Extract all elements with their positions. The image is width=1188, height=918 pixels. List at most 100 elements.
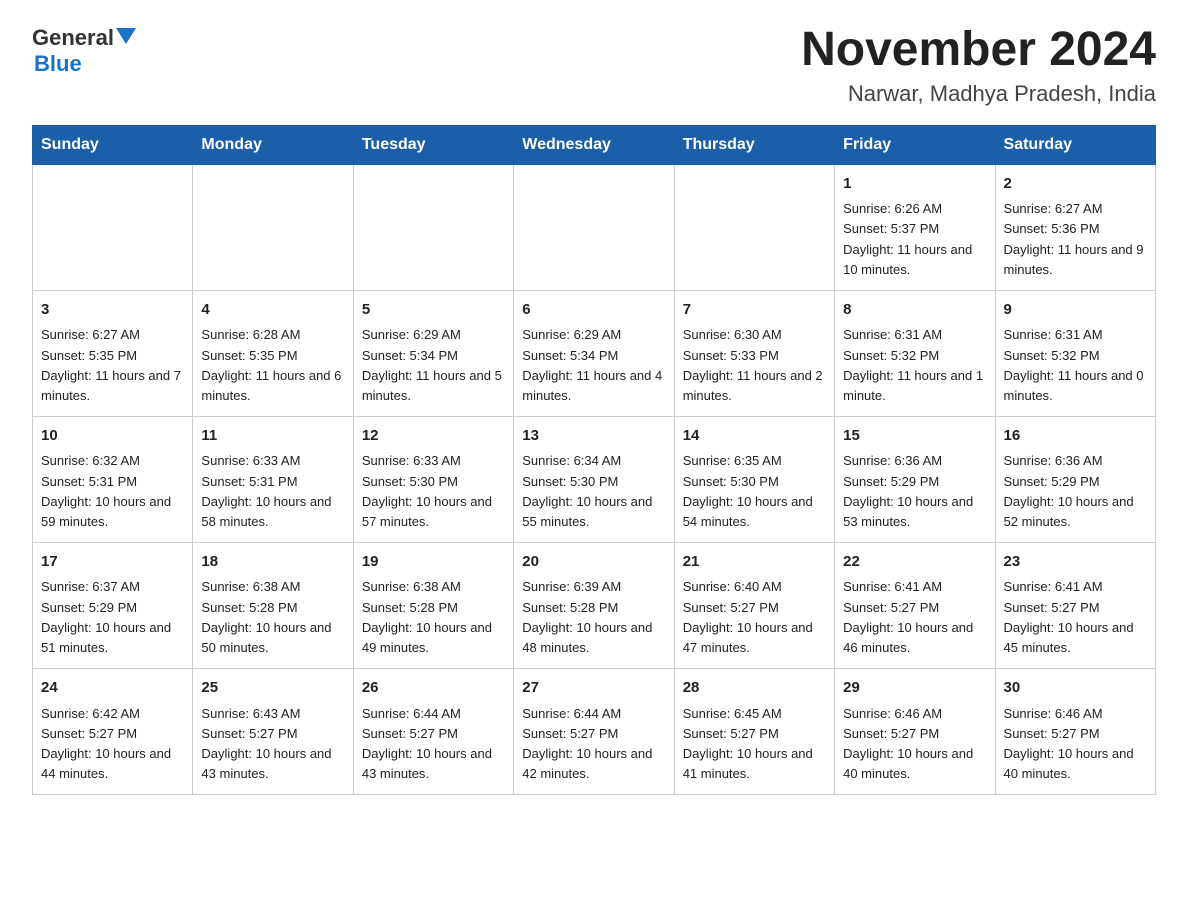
day-number: 19 bbox=[362, 551, 505, 574]
day-info: Sunrise: 6:32 AMSunset: 5:31 PMDaylight:… bbox=[41, 451, 184, 532]
col-saturday: Saturday bbox=[995, 125, 1155, 164]
day-number: 29 bbox=[843, 677, 986, 700]
table-row: 28 Sunrise: 6:45 AMSunset: 5:27 PMDayligh… bbox=[674, 669, 834, 795]
day-info: Sunrise: 6:46 AMSunset: 5:27 PMDaylight:… bbox=[1004, 704, 1147, 785]
day-info: Sunrise: 6:41 AMSunset: 5:27 PMDaylight:… bbox=[843, 577, 986, 658]
table-row: 15 Sunrise: 6:36 AMSunset: 5:29 PMDayligh… bbox=[835, 416, 995, 542]
col-wednesday: Wednesday bbox=[514, 125, 674, 164]
day-info: Sunrise: 6:28 AMSunset: 5:35 PMDaylight:… bbox=[201, 325, 344, 406]
day-number: 9 bbox=[1004, 299, 1147, 322]
calendar-week-row: 3 Sunrise: 6:27 AMSunset: 5:35 PMDaylight… bbox=[33, 290, 1156, 416]
day-number: 23 bbox=[1004, 551, 1147, 574]
col-tuesday: Tuesday bbox=[353, 125, 513, 164]
day-info: Sunrise: 6:30 AMSunset: 5:33 PMDaylight:… bbox=[683, 325, 826, 406]
table-row: 13 Sunrise: 6:34 AMSunset: 5:30 PMDayligh… bbox=[514, 416, 674, 542]
table-row: 26Sunrise: 6:44 AMSunset: 5:27 PMDayligh… bbox=[353, 669, 513, 795]
day-number: 10 bbox=[41, 425, 184, 448]
table-row: 21 Sunrise: 6:40 AMSunset: 5:27 PMDayligh… bbox=[674, 542, 834, 668]
table-row bbox=[353, 164, 513, 290]
table-row: 30Sunrise: 6:46 AMSunset: 5:27 PMDayligh… bbox=[995, 669, 1155, 795]
day-info: Sunrise: 6:40 AMSunset: 5:27 PMDaylight:… bbox=[683, 577, 826, 658]
day-number: 24 bbox=[41, 677, 184, 700]
logo-blue-text: Blue bbox=[34, 51, 136, 77]
day-number: 18 bbox=[201, 551, 344, 574]
day-info: Sunrise: 6:31 AMSunset: 5:32 PMDaylight:… bbox=[843, 325, 986, 406]
table-row: 19 Sunrise: 6:38 AMSunset: 5:28 PMDayligh… bbox=[353, 542, 513, 668]
logo-general-text: General bbox=[32, 25, 114, 51]
day-info: Sunrise: 6:31 AMSunset: 5:32 PMDaylight:… bbox=[1004, 325, 1147, 406]
table-row: 16Sunrise: 6:36 AMSunset: 5:29 PMDayligh… bbox=[995, 416, 1155, 542]
table-row: 11 Sunrise: 6:33 AMSunset: 5:31 PMDayligh… bbox=[193, 416, 353, 542]
day-info: Sunrise: 6:45 AMSunset: 5:27 PMDaylight:… bbox=[683, 704, 826, 785]
day-number: 22 bbox=[843, 551, 986, 574]
table-row: 6Sunrise: 6:29 AMSunset: 5:34 PMDaylight… bbox=[514, 290, 674, 416]
day-number: 12 bbox=[362, 425, 505, 448]
calendar-week-row: 24Sunrise: 6:42 AMSunset: 5:27 PMDayligh… bbox=[33, 669, 1156, 795]
table-row bbox=[514, 164, 674, 290]
calendar-title: November 2024 bbox=[801, 24, 1156, 77]
day-number: 14 bbox=[683, 425, 826, 448]
table-row: 25Sunrise: 6:43 AMSunset: 5:27 PMDayligh… bbox=[193, 669, 353, 795]
table-row: 29Sunrise: 6:46 AMSunset: 5:27 PMDayligh… bbox=[835, 669, 995, 795]
calendar-subtitle: Narwar, Madhya Pradesh, India bbox=[801, 81, 1156, 107]
table-row: 1 Sunrise: 6:26 AMSunset: 5:37 PMDaylight… bbox=[835, 164, 995, 290]
table-row: 9 Sunrise: 6:31 AMSunset: 5:32 PMDaylight… bbox=[995, 290, 1155, 416]
day-number: 13 bbox=[522, 425, 665, 448]
table-row: 24Sunrise: 6:42 AMSunset: 5:27 PMDayligh… bbox=[33, 669, 193, 795]
day-info: Sunrise: 6:26 AMSunset: 5:37 PMDaylight:… bbox=[843, 199, 986, 280]
table-row: 20Sunrise: 6:39 AMSunset: 5:28 PMDayligh… bbox=[514, 542, 674, 668]
page-header: General Blue November 2024 Narwar, Madhy… bbox=[32, 24, 1156, 107]
table-row: 5 Sunrise: 6:29 AMSunset: 5:34 PMDaylight… bbox=[353, 290, 513, 416]
table-row: 12 Sunrise: 6:33 AMSunset: 5:30 PMDayligh… bbox=[353, 416, 513, 542]
table-row: 2 Sunrise: 6:27 AMSunset: 5:36 PMDaylight… bbox=[995, 164, 1155, 290]
day-number: 5 bbox=[362, 299, 505, 322]
day-number: 2 bbox=[1004, 173, 1147, 196]
logo: General Blue bbox=[32, 24, 136, 77]
table-row: 14Sunrise: 6:35 AMSunset: 5:30 PMDayligh… bbox=[674, 416, 834, 542]
day-number: 21 bbox=[683, 551, 826, 574]
day-number: 15 bbox=[843, 425, 986, 448]
day-number: 27 bbox=[522, 677, 665, 700]
day-info: Sunrise: 6:33 AMSunset: 5:31 PMDaylight:… bbox=[201, 451, 344, 532]
calendar-week-row: 10 Sunrise: 6:32 AMSunset: 5:31 PMDayligh… bbox=[33, 416, 1156, 542]
day-info: Sunrise: 6:41 AMSunset: 5:27 PMDaylight:… bbox=[1004, 577, 1147, 658]
day-number: 3 bbox=[41, 299, 184, 322]
day-info: Sunrise: 6:29 AMSunset: 5:34 PMDaylight:… bbox=[362, 325, 505, 406]
calendar-week-row: 17 Sunrise: 6:37 AMSunset: 5:29 PMDayligh… bbox=[33, 542, 1156, 668]
day-number: 8 bbox=[843, 299, 986, 322]
logo-triangle-icon bbox=[116, 26, 136, 46]
day-info: Sunrise: 6:36 AMSunset: 5:29 PMDaylight:… bbox=[843, 451, 986, 532]
day-info: Sunrise: 6:33 AMSunset: 5:30 PMDaylight:… bbox=[362, 451, 505, 532]
day-info: Sunrise: 6:36 AMSunset: 5:29 PMDaylight:… bbox=[1004, 451, 1147, 532]
table-row: 8 Sunrise: 6:31 AMSunset: 5:32 PMDaylight… bbox=[835, 290, 995, 416]
table-row: 7 Sunrise: 6:30 AMSunset: 5:33 PMDaylight… bbox=[674, 290, 834, 416]
day-number: 4 bbox=[201, 299, 344, 322]
calendar-table: Sunday Monday Tuesday Wednesday Thursday… bbox=[32, 125, 1156, 795]
day-info: Sunrise: 6:39 AMSunset: 5:28 PMDaylight:… bbox=[522, 577, 665, 658]
calendar-week-row: 1 Sunrise: 6:26 AMSunset: 5:37 PMDaylight… bbox=[33, 164, 1156, 290]
table-row bbox=[674, 164, 834, 290]
day-info: Sunrise: 6:38 AMSunset: 5:28 PMDaylight:… bbox=[201, 577, 344, 658]
table-row: 27 Sunrise: 6:44 AMSunset: 5:27 PMDayligh… bbox=[514, 669, 674, 795]
day-number: 11 bbox=[201, 425, 344, 448]
day-number: 17 bbox=[41, 551, 184, 574]
table-row: 18 Sunrise: 6:38 AMSunset: 5:28 PMDayligh… bbox=[193, 542, 353, 668]
day-info: Sunrise: 6:38 AMSunset: 5:28 PMDaylight:… bbox=[362, 577, 505, 658]
day-number: 28 bbox=[683, 677, 826, 700]
calendar-header-row: Sunday Monday Tuesday Wednesday Thursday… bbox=[33, 125, 1156, 164]
day-info: Sunrise: 6:27 AMSunset: 5:35 PMDaylight:… bbox=[41, 325, 184, 406]
table-row: 22 Sunrise: 6:41 AMSunset: 5:27 PMDayligh… bbox=[835, 542, 995, 668]
day-info: Sunrise: 6:44 AMSunset: 5:27 PMDaylight:… bbox=[522, 704, 665, 785]
day-number: 26 bbox=[362, 677, 505, 700]
table-row: 17 Sunrise: 6:37 AMSunset: 5:29 PMDayligh… bbox=[33, 542, 193, 668]
day-number: 6 bbox=[522, 299, 665, 322]
day-number: 7 bbox=[683, 299, 826, 322]
table-row: 23 Sunrise: 6:41 AMSunset: 5:27 PMDayligh… bbox=[995, 542, 1155, 668]
col-sunday: Sunday bbox=[33, 125, 193, 164]
day-number: 1 bbox=[843, 173, 986, 196]
day-info: Sunrise: 6:27 AMSunset: 5:36 PMDaylight:… bbox=[1004, 199, 1147, 280]
day-info: Sunrise: 6:43 AMSunset: 5:27 PMDaylight:… bbox=[201, 704, 344, 785]
day-info: Sunrise: 6:37 AMSunset: 5:29 PMDaylight:… bbox=[41, 577, 184, 658]
table-row bbox=[193, 164, 353, 290]
day-info: Sunrise: 6:34 AMSunset: 5:30 PMDaylight:… bbox=[522, 451, 665, 532]
